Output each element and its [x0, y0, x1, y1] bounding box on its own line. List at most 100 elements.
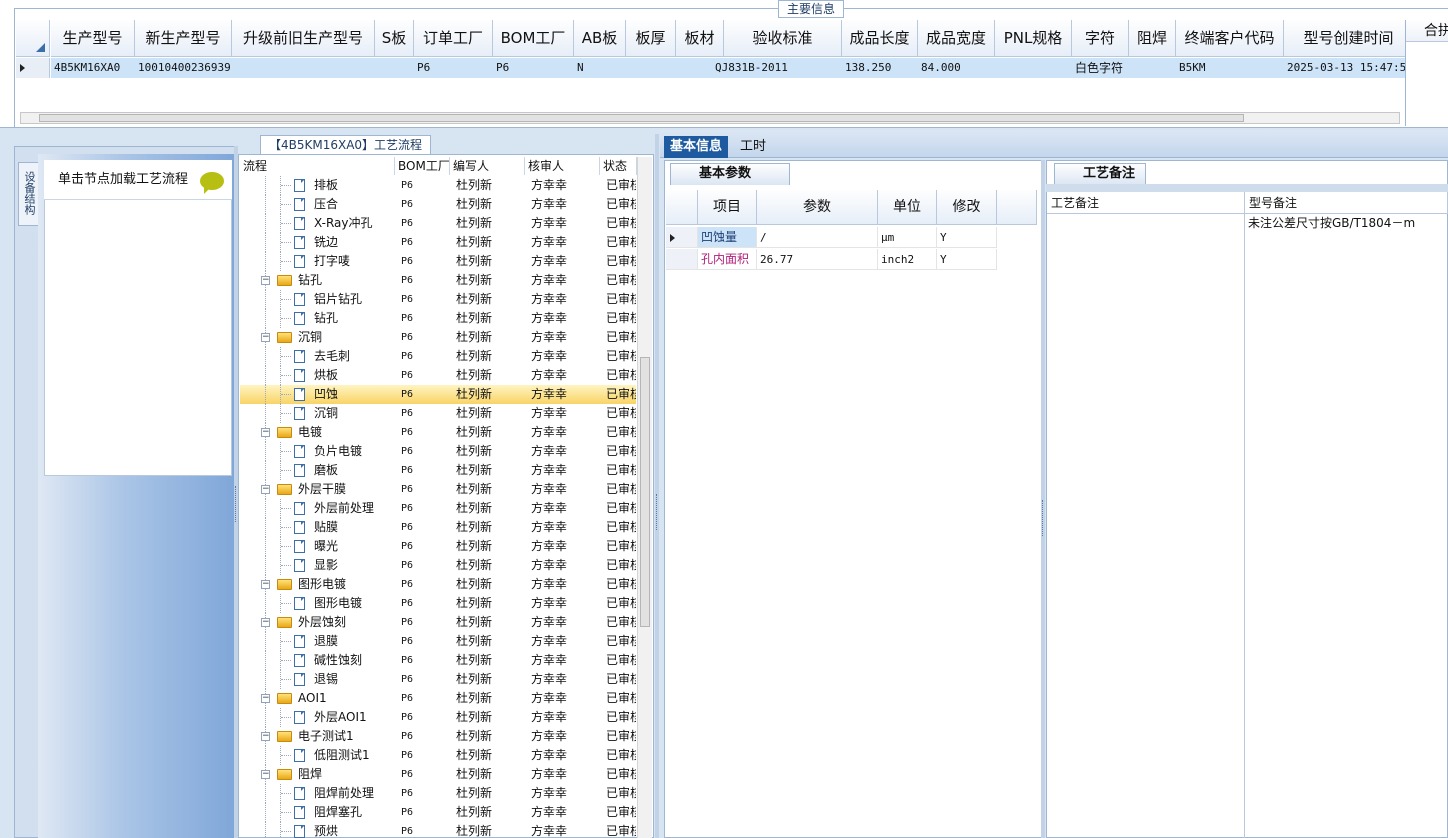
- tree-row[interactable]: − 外层干膜 P6 杜列新 方幸幸 已审核: [240, 480, 636, 499]
- tree-row[interactable]: 曝光 P6 杜列新 方幸幸 已审核: [240, 537, 636, 556]
- param-item-cell[interactable]: 凹蚀量: [698, 227, 757, 248]
- tree-row[interactable]: 低阻测试1 P6 杜列新 方幸幸 已审核: [240, 746, 636, 765]
- grid-cell[interactable]: 2025-03-13 15:47:57: [1284, 58, 1406, 78]
- tree-row[interactable]: − 钻孔 P6 杜列新 方幸幸 已审核: [240, 271, 636, 290]
- tree-row[interactable]: 图形电镀 P6 杜列新 方幸幸 已审核: [240, 594, 636, 613]
- param-modify-cell[interactable]: Y: [937, 249, 997, 270]
- tree-row[interactable]: − 沉铜 P6 杜列新 方幸幸 已审核: [240, 328, 636, 347]
- tree-row[interactable]: 沉铜 P6 杜列新 方幸幸 已审核: [240, 404, 636, 423]
- tree-vertical-scrollbar[interactable]: [637, 157, 652, 838]
- tree-row[interactable]: 外层AOI1 P6 杜列新 方幸幸 已审核: [240, 708, 636, 727]
- params-grid-corner[interactable]: [666, 190, 698, 225]
- splitter-grip[interactable]: [1042, 500, 1045, 536]
- tree-row[interactable]: − 外层蚀刻 P6 杜列新 方幸幸 已审核: [240, 613, 636, 632]
- collapse-toggle-icon[interactable]: −: [261, 770, 270, 779]
- column-header[interactable]: 字符: [1072, 20, 1129, 57]
- scrollbar-thumb[interactable]: [39, 114, 1244, 122]
- tree-row[interactable]: 磨板 P6 杜列新 方幸幸 已审核: [240, 461, 636, 480]
- column-header[interactable]: 阻焊: [1129, 20, 1176, 57]
- tree-row[interactable]: 碱性蚀刻 P6 杜列新 方幸幸 已审核: [240, 651, 636, 670]
- param-row-indicator[interactable]: [666, 249, 698, 270]
- tree-row[interactable]: 凹蚀 P6 杜列新 方幸幸 已审核: [240, 385, 636, 404]
- tab-basic-params[interactable]: 基本参数: [670, 163, 790, 185]
- grid-cell[interactable]: 白色字符: [1072, 58, 1129, 78]
- column-header[interactable]: 验收标准: [724, 20, 842, 57]
- device-structure-tab[interactable]: 设备结构: [18, 162, 38, 226]
- param-unit-cell[interactable]: inch2: [878, 249, 937, 270]
- tree-row[interactable]: − 电镀 P6 杜列新 方幸幸 已审核: [240, 423, 636, 442]
- column-header[interactable]: 成品宽度: [918, 20, 995, 57]
- column-header[interactable]: 升级前旧生产型号: [232, 20, 375, 57]
- tree-row[interactable]: 排板 P6 杜列新 方幸幸 已审核: [240, 176, 636, 195]
- tree-column-header[interactable]: 流程: [240, 157, 395, 175]
- right-splitter[interactable]: [1041, 160, 1045, 838]
- param-unit-cell[interactable]: μm: [878, 227, 937, 248]
- grid-cell[interactable]: P6: [414, 58, 493, 78]
- grid-cell[interactable]: [232, 58, 375, 78]
- column-header[interactable]: 终端客户代码: [1176, 20, 1284, 57]
- grid-cell[interactable]: N: [574, 58, 626, 78]
- param-column-header[interactable]: 项目: [698, 190, 757, 225]
- param-modify-cell[interactable]: Y: [937, 227, 997, 248]
- tree-row[interactable]: − 阻焊 P6 杜列新 方幸幸 已审核: [240, 765, 636, 784]
- row-indicator[interactable]: [16, 58, 50, 78]
- grid-cell[interactable]: B5KM: [1176, 58, 1284, 78]
- param-row-indicator[interactable]: [666, 227, 698, 248]
- tree-column-header[interactable]: BOM工厂: [395, 157, 450, 175]
- column-header[interactable]: 成品长度: [842, 20, 918, 57]
- grid-cell[interactable]: 84.000: [918, 58, 995, 78]
- column-header[interactable]: 板厚: [626, 20, 676, 57]
- column-header[interactable]: PNL规格: [995, 20, 1072, 57]
- param-column-header[interactable]: 单位: [878, 190, 937, 225]
- column-header[interactable]: 板材: [676, 20, 724, 57]
- grid-cell[interactable]: 138.250: [842, 58, 918, 78]
- collapse-toggle-icon[interactable]: −: [261, 428, 270, 437]
- tree-row[interactable]: 退膜 P6 杜列新 方幸幸 已审核: [240, 632, 636, 651]
- param-column-header[interactable]: 参数: [757, 190, 878, 225]
- tree-column-header[interactable]: 编写人: [450, 157, 525, 175]
- tree-row[interactable]: 铣边 P6 杜列新 方幸幸 已审核: [240, 233, 636, 252]
- tree-row[interactable]: 打字唛 P6 杜列新 方幸幸 已审核: [240, 252, 636, 271]
- tree-row[interactable]: 压合 P6 杜列新 方幸幸 已审核: [240, 195, 636, 214]
- tree-row[interactable]: 外层前处理 P6 杜列新 方幸幸 已审核: [240, 499, 636, 518]
- tree-row[interactable]: − 电子测试1 P6 杜列新 方幸幸 已审核: [240, 727, 636, 746]
- column-header[interactable]: 型号创建时间: [1284, 20, 1406, 57]
- collapse-toggle-icon[interactable]: −: [261, 485, 270, 494]
- tree-column-header[interactable]: 状态: [600, 157, 637, 175]
- column-header[interactable]: S板: [375, 20, 414, 57]
- tree-row[interactable]: 贴膜 P6 杜列新 方幸幸 已审核: [240, 518, 636, 537]
- collapse-toggle-icon[interactable]: −: [261, 618, 270, 627]
- tab-work-hours[interactable]: 工时: [734, 136, 772, 158]
- tree-row[interactable]: 预烘 P6 杜列新 方幸幸 已审核: [240, 822, 636, 838]
- param-column-header[interactable]: 修改: [937, 190, 997, 225]
- tree-row[interactable]: 铝片钻孔 P6 杜列新 方幸幸 已审核: [240, 290, 636, 309]
- column-header[interactable]: 新生产型号: [135, 20, 232, 57]
- merge-pane-header[interactable]: 合拼: [1406, 20, 1448, 42]
- grid-cell[interactable]: QJ831B-2011: [712, 58, 842, 78]
- horizontal-scrollbar[interactable]: [20, 112, 1400, 124]
- middle-splitter[interactable]: [655, 134, 659, 838]
- splitter-grip[interactable]: [656, 494, 659, 530]
- collapse-toggle-icon[interactable]: −: [261, 580, 270, 589]
- tree-row[interactable]: 去毛刺 P6 杜列新 方幸幸 已审核: [240, 347, 636, 366]
- model-note-text[interactable]: 未注公差尺寸按GB/T1804－m: [1248, 214, 1448, 234]
- grid-cell[interactable]: 10010400236939: [135, 58, 232, 78]
- column-header[interactable]: BOM工厂: [493, 20, 574, 57]
- grid-cell[interactable]: [375, 58, 414, 78]
- column-header[interactable]: 生产型号: [51, 20, 135, 57]
- grid-corner[interactable]: [16, 20, 50, 57]
- tree-row[interactable]: X-Ray冲孔 P6 杜列新 方幸幸 已审核: [240, 214, 636, 233]
- scrollbar-thumb[interactable]: [640, 357, 650, 627]
- tab-process-notes[interactable]: 工艺备注: [1054, 163, 1146, 185]
- column-header[interactable]: AB板: [574, 20, 626, 57]
- param-value-cell[interactable]: /: [757, 227, 878, 248]
- tree-row[interactable]: 烘板 P6 杜列新 方幸幸 已审核: [240, 366, 636, 385]
- tree-row[interactable]: − AOI1 P6 杜列新 方幸幸 已审核: [240, 689, 636, 708]
- tree-row[interactable]: 阻焊塞孔 P6 杜列新 方幸幸 已审核: [240, 803, 636, 822]
- collapse-toggle-icon[interactable]: −: [261, 276, 270, 285]
- tree-column-header[interactable]: 核审人: [525, 157, 600, 175]
- collapse-toggle-icon[interactable]: −: [261, 333, 270, 342]
- grid-cell[interactable]: [626, 58, 676, 78]
- tab-basic-info[interactable]: 基本信息: [664, 136, 729, 158]
- param-item-cell[interactable]: 孔内面积: [698, 249, 757, 270]
